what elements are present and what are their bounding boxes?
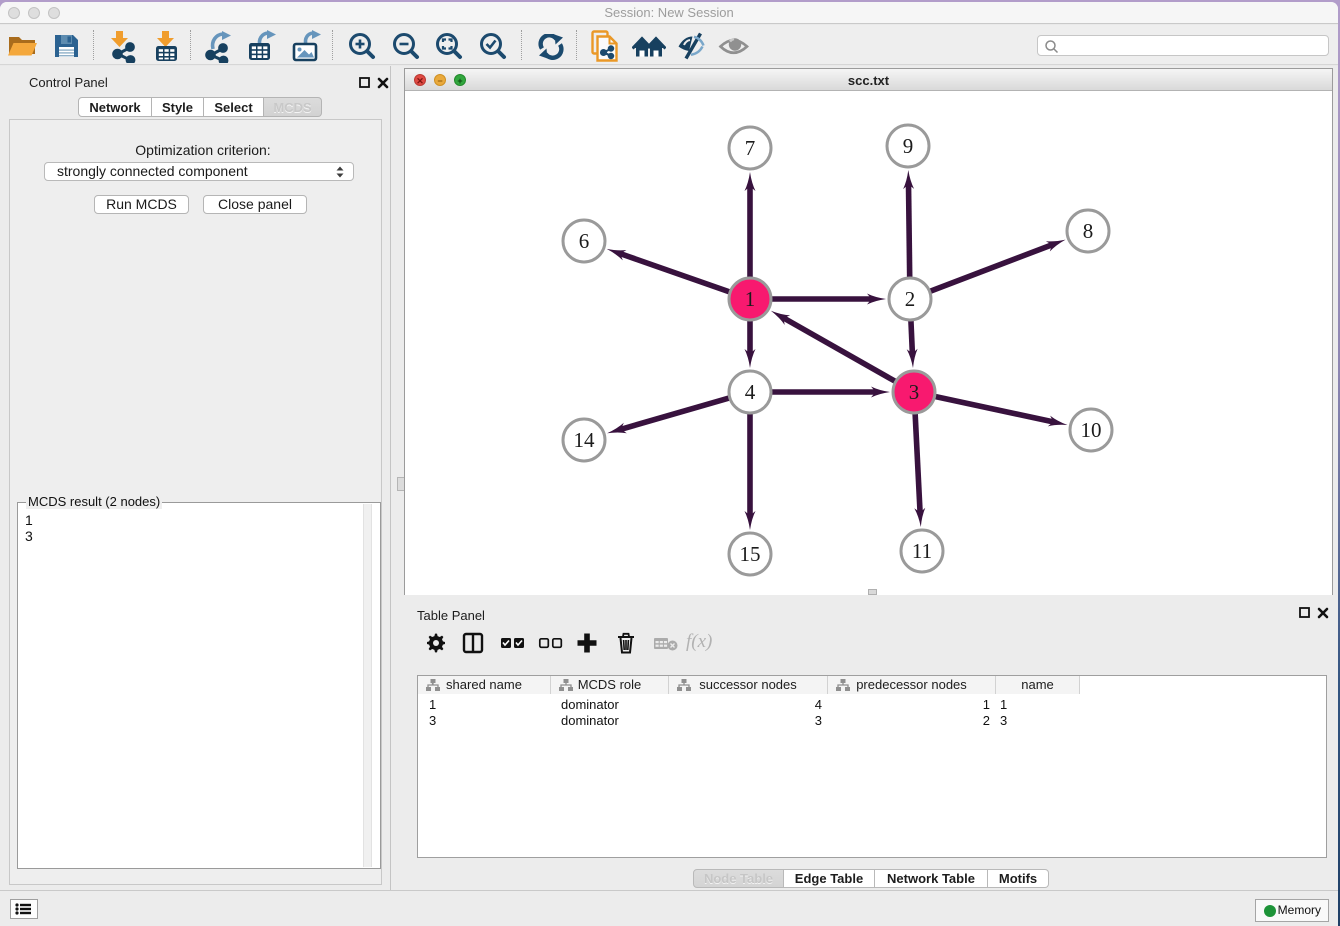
svg-text:8: 8 bbox=[1083, 219, 1094, 243]
svg-text:11: 11 bbox=[912, 539, 932, 563]
svg-text:15: 15 bbox=[740, 542, 761, 566]
svg-text:14: 14 bbox=[574, 428, 596, 452]
svg-text:7: 7 bbox=[745, 136, 756, 160]
svg-text:6: 6 bbox=[579, 229, 590, 253]
svg-text:1: 1 bbox=[745, 287, 756, 311]
svg-text:9: 9 bbox=[903, 134, 914, 158]
svg-text:2: 2 bbox=[905, 287, 916, 311]
svg-text:10: 10 bbox=[1081, 418, 1102, 442]
svg-text:4: 4 bbox=[745, 380, 756, 404]
svg-text:3: 3 bbox=[909, 380, 920, 404]
